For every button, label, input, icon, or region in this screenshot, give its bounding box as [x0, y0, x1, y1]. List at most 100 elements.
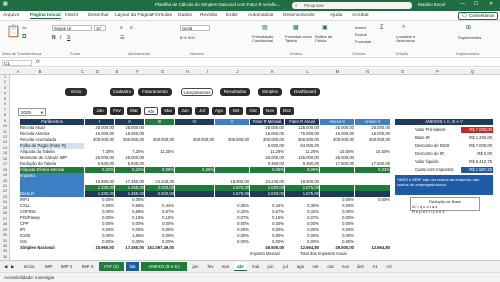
month-abr-button[interactable]: Abr	[144, 107, 158, 115]
sheet-tab[interactable]: out	[324, 262, 337, 271]
sheet-tab[interactable]: dez	[354, 262, 367, 271]
table-cell[interactable]: 12.664,80	[355, 245, 390, 251]
copy-icon[interactable]: ⧉	[22, 34, 26, 41]
anexo-value[interactable]: R$ 7.000,00	[461, 143, 493, 149]
row-header[interactable]: 18	[0, 168, 10, 172]
nav-inicio-button[interactable]: Início	[65, 88, 87, 96]
nav-simples-button[interactable]: Simples	[258, 88, 282, 96]
sheet-tab[interactable]: Início	[18, 262, 40, 271]
col-header[interactable]: K	[265, 69, 280, 74]
col-header[interactable]: L	[300, 69, 315, 74]
footer-label[interactable]: Imposto Mensal	[250, 251, 290, 257]
menu-acrobat[interactable]: Acrobat	[352, 13, 369, 18]
row-header[interactable]: 1	[0, 75, 10, 79]
sheet-tab[interactable]: jul	[279, 262, 292, 271]
close-icon[interactable]: ✕	[489, 1, 493, 7]
anexo-value[interactable]: R$ 5.412,75	[461, 159, 493, 165]
cell-styles-icon[interactable]: ▣	[322, 24, 328, 31]
comments-button[interactable]: 🗨 Comentários	[458, 12, 498, 20]
row-header[interactable]: 27	[0, 217, 10, 221]
table-cell[interactable]: 5,32%	[85, 167, 114, 173]
sheet-tab[interactable]: FAT (2)	[99, 262, 124, 271]
font-name-select[interactable]: Segoe UI	[52, 25, 92, 31]
cond-format-label[interactable]: Formatação Condicional	[252, 35, 282, 43]
row-header[interactable]: 16	[0, 157, 10, 161]
sheet-tab[interactable]: abr	[234, 262, 247, 271]
table-cell[interactable]: 161.097,49,00	[145, 245, 174, 251]
row-header[interactable]: 8	[0, 113, 10, 117]
sheet-tab[interactable]: A2	[383, 262, 395, 271]
find-select-label[interactable]: Localizar e Selecionar	[396, 35, 420, 43]
col-header[interactable]: Q	[465, 69, 480, 74]
table-cell[interactable]: 9,33%	[355, 167, 390, 173]
col-header[interactable]: C	[75, 69, 90, 74]
anexo-value[interactable]: R$ 0,00	[461, 151, 493, 157]
insert-cells-button[interactable]: Inserir	[355, 25, 366, 30]
bold-button[interactable]: N	[52, 35, 56, 41]
row-header[interactable]: 25	[0, 206, 10, 210]
month-jul-button[interactable]: Jul	[195, 107, 209, 115]
month-jun-button[interactable]: Jun	[178, 107, 192, 115]
font-size-select[interactable]: 10	[94, 25, 106, 31]
format-cells-button[interactable]: Formatar	[355, 39, 371, 44]
worksheet[interactable]: Início Cadastro Faturamento Lançamentos …	[10, 75, 500, 260]
row-header[interactable]: 7	[0, 108, 10, 112]
row-header[interactable]: 13	[0, 140, 10, 144]
menu-formulas[interactable]: Fórmulas	[152, 13, 172, 18]
sheet-tab[interactable]: mar	[219, 262, 232, 271]
table-cell[interactable]: 8,08%	[285, 167, 319, 173]
row-header[interactable]: 30	[0, 233, 10, 237]
month-ago-button[interactable]: Ago	[212, 107, 226, 115]
align-middle-icon[interactable]: ≡	[130, 25, 133, 31]
row-header[interactable]: 6	[0, 102, 10, 106]
sheet-tab[interactable]: A1	[369, 262, 381, 271]
row-header[interactable]: 10	[0, 124, 10, 128]
minimize-icon[interactable]: —	[460, 1, 465, 7]
row-header[interactable]: 23	[0, 195, 10, 199]
row-header[interactable]: 29	[0, 228, 10, 232]
format-table-icon[interactable]: ▦	[293, 24, 299, 31]
cell-styles-label[interactable]: Estilos de Célula	[315, 35, 339, 43]
row-header[interactable]: 21	[0, 184, 10, 188]
row-header[interactable]: 2	[0, 80, 10, 84]
col-header[interactable]: A	[12, 69, 24, 74]
underline-button[interactable]: S	[67, 35, 70, 41]
user-name[interactable]: Modelo Excel	[418, 2, 445, 7]
row-header[interactable]: 34	[0, 255, 10, 259]
month-fev-button[interactable]: Fev	[110, 107, 124, 115]
table-cell[interactable]: 17.460,00	[115, 245, 144, 251]
footer-label[interactable]: Total dos Impostos Anual	[300, 251, 360, 257]
sheet-tab[interactable]: nov	[339, 262, 352, 271]
nav-resultados-button[interactable]: Resultados	[220, 88, 250, 96]
menu-desenhar[interactable]: Desenhar	[88, 13, 109, 18]
menu-ajuda[interactable]: Ajuda	[330, 13, 342, 18]
row-header[interactable]: 20	[0, 179, 10, 183]
fx-icon[interactable]: fx	[36, 59, 40, 65]
menu-inserir[interactable]: Inserir	[65, 13, 78, 18]
col-header[interactable]: J	[230, 69, 245, 74]
col-header[interactable]: O	[395, 69, 410, 74]
month-mar-button[interactable]: Mar	[127, 107, 141, 115]
sheet-tab[interactable]: IMP 2	[57, 262, 76, 271]
month-mai-button[interactable]: Mai	[161, 107, 175, 115]
nav-lancamentos-button[interactable]: Lançamentos	[181, 88, 213, 96]
row-header[interactable]: 15	[0, 151, 10, 155]
sheet-tab[interactable]: mai	[249, 262, 262, 271]
month-jan-button[interactable]: Jan	[93, 107, 107, 115]
align-top-icon[interactable]: ≡	[120, 25, 123, 31]
table-cell[interactable]	[320, 167, 354, 173]
sheet-tab[interactable]: ANEXO (8 e 9.)	[141, 262, 187, 271]
col-header[interactable]: M	[330, 69, 345, 74]
menu-exibir[interactable]: Exibir	[226, 13, 238, 18]
col-header[interactable]: I	[200, 69, 215, 74]
row-header[interactable]: 3	[0, 86, 10, 90]
col-header[interactable]: N	[360, 69, 375, 74]
row-header[interactable]: 5	[0, 97, 10, 101]
table-cell[interactable]: 8,08%	[145, 167, 174, 173]
anexo-value[interactable]: R$ 7.000,00	[461, 127, 493, 133]
col-header[interactable]: F	[130, 69, 145, 74]
row-header[interactable]: 4	[0, 91, 10, 95]
row-header[interactable]: 32	[0, 244, 10, 248]
menu-desenvolvedor[interactable]: Desenvolvedor	[283, 13, 315, 18]
menu-automatizar[interactable]: Automatizar	[248, 13, 274, 18]
